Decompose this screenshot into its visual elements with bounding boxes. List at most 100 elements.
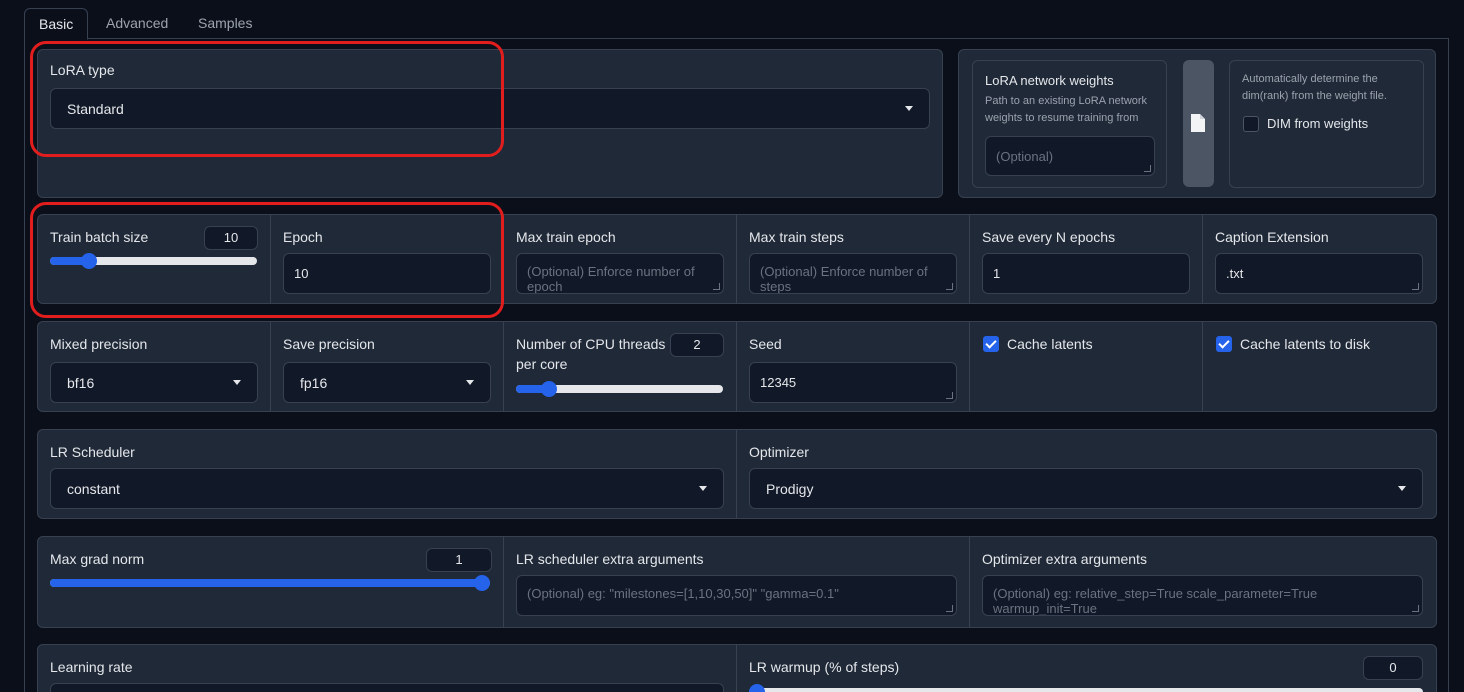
resize-handle-icon [1412,605,1419,612]
max-train-steps-input[interactable]: (Optional) Enforce number of steps [749,253,957,294]
save-precision-value: fp16 [300,374,328,391]
max-train-epoch-label: Max train epoch [516,229,616,245]
lr-scheduler-value: constant [67,480,120,497]
resize-handle-icon [946,605,953,612]
slider-knob[interactable] [541,381,557,397]
lr-warmup-number[interactable]: 0 [1363,656,1423,680]
network-weights-panel: LoRA network weights Path to an existing… [958,49,1436,198]
cache-latents-label: Cache latents [1007,336,1093,352]
optimizer-cell: Optimizer Prodigy [737,430,1436,518]
caption-extension-input[interactable]: .txt [1215,253,1423,294]
tab-samples[interactable]: Samples [184,8,266,39]
max-grad-norm-number[interactable]: 1 [426,548,492,572]
caption-extension-label: Caption Extension [1215,229,1329,245]
tab-basic[interactable]: Basic [24,8,89,40]
max-train-steps-placeholder: (Optional) Enforce number of steps [760,264,928,294]
max-train-steps-label: Max train steps [749,229,844,245]
slider-knob[interactable] [749,684,765,692]
learning-rate-cell: Learning rate [38,645,737,692]
lr-scheduler-args-placeholder: (Optional) eg: "milestones=[1,10,30,50]"… [527,586,839,601]
optimizer-args-placeholder: (Optional) eg: relative_step=True scale_… [993,586,1318,616]
training-row-2: Mixed precision bf16 Save precision fp16… [37,321,1437,412]
cpu-threads-slider[interactable] [516,381,723,397]
max-grad-norm-cell: Max grad norm 1 [38,537,504,627]
network-weights-description: Path to an existing LoRA network weights… [985,95,1148,124]
lr-scheduler-cell: LR Scheduler constant [38,430,737,518]
cache-latents-to-disk-cell: Cache latents to disk [1203,322,1436,411]
save-precision-cell: Save precision fp16 [271,322,504,411]
highlight-batch-epoch [30,202,504,318]
network-weights-input[interactable]: (Optional) [985,136,1155,176]
lr-scheduler-args-input[interactable]: (Optional) eg: "milestones=[1,10,30,50]"… [516,575,957,616]
save-every-n-epochs-cell: Save every N epochs 1 [970,215,1203,303]
optimizer-args-cell: Optimizer extra arguments (Optional) eg:… [970,537,1436,627]
network-weights-title: LoRA network weights [985,73,1114,88]
file-picker-button[interactable] [1183,60,1214,187]
dim-from-weights-description: Automatically determine the dim(rank) fr… [1242,73,1387,102]
seed-cell: Seed 12345 [737,322,970,411]
highlight-lora-type [30,41,504,157]
caption-extension-cell: Caption Extension .txt [1203,215,1436,303]
learning-rate-label: Learning rate [50,659,133,675]
caption-extension-value: .txt [1226,266,1244,281]
grad-norm-row: Max grad norm 1 LR scheduler extra argum… [37,536,1437,628]
seed-input[interactable]: 12345 [749,362,957,403]
mixed-precision-cell: Mixed precision bf16 [38,322,271,411]
lr-scheduler-dropdown[interactable]: constant [50,468,724,509]
chevron-down-icon [466,380,474,385]
cache-latents-to-disk-label: Cache latents to disk [1240,336,1370,352]
lr-scheduler-label: LR Scheduler [50,444,135,460]
lr-warmup-slider[interactable] [749,684,1423,692]
slider-knob[interactable] [474,575,490,591]
dim-from-weights-box: Automatically determine the dim(rank) fr… [1229,60,1424,188]
cache-latents-cell: Cache latents [970,322,1203,411]
tab-bar: Basic Advanced Samples [24,8,1449,40]
save-precision-dropdown[interactable]: fp16 [283,362,491,403]
save-every-n-epochs-label: Save every N epochs [982,229,1116,245]
resize-handle-icon [713,283,720,290]
network-weights-placeholder: (Optional) [996,148,1054,164]
resize-handle-icon [1412,283,1419,290]
resize-handle-icon [946,392,953,399]
max-train-steps-cell: Max train steps (Optional) Enforce numbe… [737,215,970,303]
cpu-threads-cell: Number of CPU threads per core 2 [504,322,737,411]
seed-label: Seed [749,336,782,352]
optimizer-dropdown[interactable]: Prodigy [749,468,1423,509]
max-grad-norm-slider[interactable] [50,575,490,591]
resize-handle-icon [946,283,953,290]
tab-advanced[interactable]: Advanced [92,8,182,39]
learning-rate-row: Learning rate LR warmup (% of steps) 0 [37,644,1437,692]
chevron-down-icon [905,106,913,111]
optimizer-value: Prodigy [766,480,814,497]
dim-from-weights-checkbox[interactable] [1243,116,1259,132]
dim-from-weights-label: DIM from weights [1267,116,1369,131]
max-train-epoch-placeholder: (Optional) Enforce number of epoch [527,264,695,294]
mixed-precision-value: bf16 [67,374,95,391]
learning-rate-input[interactable] [50,683,724,692]
chevron-down-icon [1398,486,1406,491]
save-precision-label: Save precision [283,336,375,352]
lr-scheduler-args-label: LR scheduler extra arguments [516,551,704,567]
chevron-down-icon [233,380,241,385]
save-every-n-epochs-input[interactable]: 1 [982,253,1190,294]
slider-fill [50,579,482,587]
cache-latents-to-disk-checkbox[interactable] [1216,336,1232,352]
optimizer-args-input[interactable]: (Optional) eg: relative_step=True scale_… [982,575,1423,616]
mixed-precision-dropdown[interactable]: bf16 [50,362,258,403]
resize-handle-icon [1144,165,1151,172]
max-train-epoch-input[interactable]: (Optional) Enforce number of epoch [516,253,724,294]
document-icon [1191,114,1205,132]
max-train-epoch-cell: Max train epoch (Optional) Enforce numbe… [504,215,737,303]
chevron-down-icon [699,486,707,491]
optimizer-args-label: Optimizer extra arguments [982,551,1147,567]
cpu-threads-number[interactable]: 2 [670,333,724,357]
network-weights-box: LoRA network weights Path to an existing… [972,60,1167,188]
optimizer-label: Optimizer [749,444,809,460]
lr-warmup-label: LR warmup (% of steps) [749,659,900,675]
cache-latents-checkbox[interactable] [983,336,999,352]
max-grad-norm-label: Max grad norm [50,551,145,567]
mixed-precision-label: Mixed precision [50,336,148,352]
lr-scheduler-args-cell: LR scheduler extra arguments (Optional) … [504,537,970,627]
cpu-threads-label: Number of CPU threads per core [516,336,666,372]
seed-value: 12345 [760,375,797,390]
